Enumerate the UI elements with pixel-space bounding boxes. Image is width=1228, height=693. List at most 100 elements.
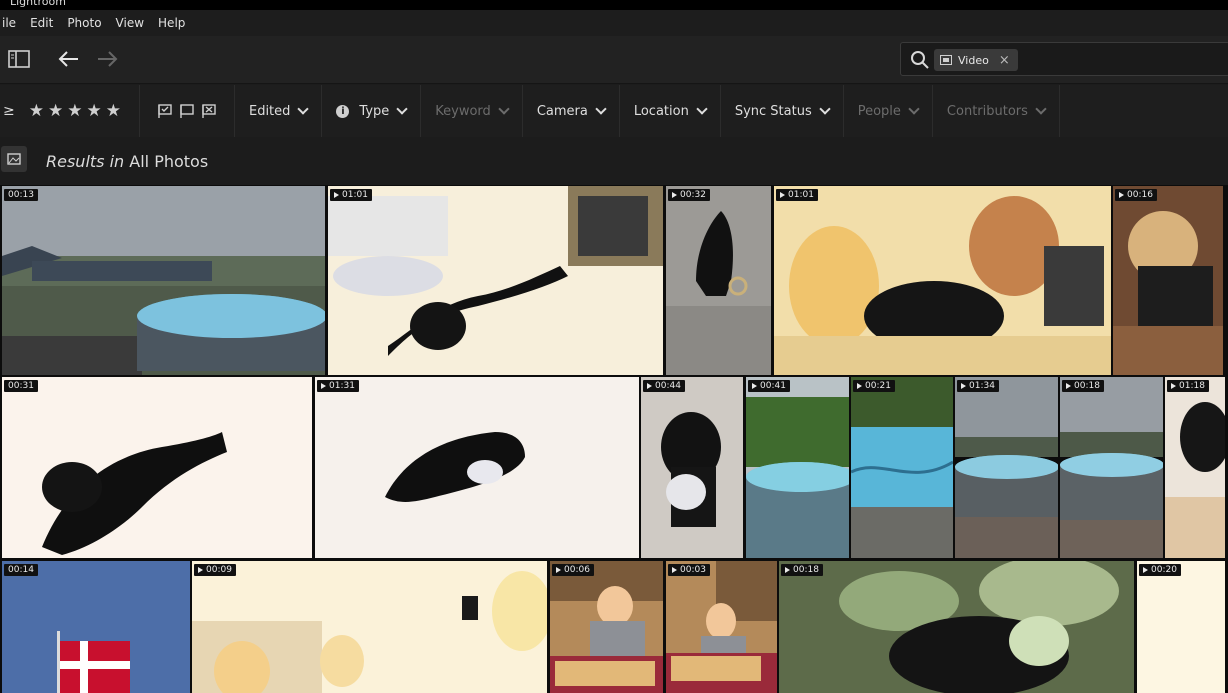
- menu-help[interactable]: Help: [158, 16, 185, 30]
- duration-label: 00:21: [865, 381, 891, 391]
- people-filter[interactable]: People: [844, 85, 933, 137]
- chip-close-icon[interactable]: ×: [999, 53, 1010, 68]
- duration-badge: 00:21: [853, 380, 895, 392]
- star-icon[interactable]: ★: [67, 101, 82, 121]
- duration-label: 00:03: [680, 565, 706, 575]
- duration-badge: 01:31: [317, 380, 359, 392]
- contributors-filter-label: Contributors: [946, 103, 1028, 119]
- menu-view[interactable]: View: [116, 16, 144, 30]
- duration-badge: 00:31: [4, 380, 38, 392]
- duration-badge: 01:18: [1167, 380, 1209, 392]
- rating-stars[interactable]: ★ ★ ★ ★ ★: [29, 101, 125, 121]
- menu-file[interactable]: ile: [2, 16, 16, 30]
- duration-badge: 00:03: [668, 564, 710, 576]
- thumbnail[interactable]: 00:03: [666, 561, 777, 693]
- thumbnail[interactable]: 00:14: [2, 561, 190, 693]
- sync-status-filter[interactable]: Sync Status: [721, 85, 844, 137]
- duration-label: 00:18: [1074, 381, 1100, 391]
- thumbnail-image: [2, 561, 190, 693]
- search-box[interactable]: Video ×: [900, 42, 1228, 76]
- thumbnail[interactable]: 00:09: [192, 561, 547, 693]
- location-filter-label: Location: [633, 103, 689, 119]
- thumbnail[interactable]: 01:18: [1165, 377, 1225, 558]
- chevron-down-icon: [595, 102, 607, 115]
- play-icon: [672, 192, 677, 198]
- duration-badge: 00:44: [643, 380, 685, 392]
- thumbnail-image: [779, 561, 1134, 693]
- thumbnail-image: [2, 186, 325, 375]
- rating-operator[interactable]: ≥: [3, 103, 15, 119]
- type-filter[interactable]: i Type: [322, 85, 422, 137]
- thumbnail[interactable]: 01:01: [328, 186, 663, 375]
- thumbnail-image: [550, 561, 663, 693]
- location-filter[interactable]: Location: [620, 85, 721, 137]
- thumbnail[interactable]: 00:21: [851, 377, 953, 558]
- thumbnail-image: [666, 561, 777, 693]
- play-icon: [321, 383, 326, 389]
- keyword-filter[interactable]: Keyword: [421, 85, 523, 137]
- duration-badge: 01:01: [776, 189, 818, 201]
- thumbnail[interactable]: 01:01: [774, 186, 1111, 375]
- play-icon: [1119, 192, 1124, 198]
- thumbnail[interactable]: 00:16: [1113, 186, 1223, 375]
- flag-picked-icon[interactable]: [158, 104, 172, 118]
- results-title: Results in All Photos: [46, 152, 208, 171]
- duration-label: 00:06: [564, 565, 590, 575]
- duration-badge: 00:16: [1115, 189, 1157, 201]
- thumbnail[interactable]: 00:32: [666, 186, 771, 375]
- thumbnail[interactable]: 01:34: [955, 377, 1058, 558]
- thumbnail[interactable]: 00:06: [550, 561, 663, 693]
- back-button[interactable]: [57, 48, 81, 70]
- duration-label: 01:01: [788, 190, 814, 200]
- duration-label: 00:31: [8, 381, 34, 391]
- thumbnail[interactable]: 00:18: [1060, 377, 1163, 558]
- type-filter-label: Type: [359, 103, 390, 119]
- thumbnail[interactable]: 01:31: [315, 377, 639, 558]
- duration-badge: 00:14: [4, 564, 38, 576]
- forward-button[interactable]: [95, 48, 119, 70]
- thumbnail[interactable]: 00:31: [2, 377, 312, 558]
- edited-filter-label: Edited: [248, 103, 291, 119]
- chevron-down-icon: [696, 102, 708, 115]
- star-icon[interactable]: ★: [29, 101, 44, 121]
- play-icon: [556, 567, 561, 573]
- duration-label: 01:18: [1179, 381, 1205, 391]
- chevron-down-icon: [908, 102, 920, 115]
- app-title: Lightroom: [10, 0, 66, 8]
- menu-photo[interactable]: Photo: [67, 16, 101, 30]
- menu-edit[interactable]: Edit: [30, 16, 53, 30]
- flag-unflagged-icon[interactable]: [180, 104, 194, 118]
- search-chip-video[interactable]: Video ×: [934, 49, 1018, 71]
- thumbnail-image: [1137, 561, 1225, 693]
- contributors-filter[interactable]: Contributors: [933, 85, 1060, 137]
- flag-rejected-icon[interactable]: [202, 104, 216, 118]
- play-icon: [752, 383, 757, 389]
- results-prefix: Results in: [46, 152, 125, 171]
- thumbnail-image: [641, 377, 743, 558]
- play-icon: [961, 383, 966, 389]
- rating-filter[interactable]: ≥ ★ ★ ★ ★ ★: [0, 85, 140, 137]
- edited-filter[interactable]: Edited: [235, 85, 323, 137]
- duration-label: 00:18: [793, 565, 819, 575]
- duration-badge: 00:41: [748, 380, 790, 392]
- play-icon: [198, 567, 203, 573]
- thumbnail[interactable]: 00:44: [641, 377, 743, 558]
- thumbnail-image: [1060, 377, 1163, 558]
- star-icon[interactable]: ★: [48, 101, 63, 121]
- duration-label: 00:20: [1151, 565, 1177, 575]
- star-icon[interactable]: ★: [86, 101, 101, 121]
- thumbnail-image: [851, 377, 953, 558]
- arrow-left-icon: [58, 51, 78, 67]
- duration-badge: 00:09: [194, 564, 236, 576]
- keyword-filter-label: Keyword: [435, 103, 491, 119]
- star-icon[interactable]: ★: [106, 101, 121, 121]
- play-icon: [857, 383, 862, 389]
- thumbnail[interactable]: 00:20: [1137, 561, 1225, 693]
- title-bar: Lightroom: [0, 0, 1228, 10]
- thumbnail[interactable]: 00:18: [779, 561, 1134, 693]
- chevron-down-icon: [1035, 102, 1047, 115]
- panel-toggle-button[interactable]: [8, 50, 30, 68]
- camera-filter[interactable]: Camera: [523, 85, 620, 137]
- thumbnail[interactable]: 00:41: [746, 377, 849, 558]
- thumbnail[interactable]: 00:13: [2, 186, 325, 375]
